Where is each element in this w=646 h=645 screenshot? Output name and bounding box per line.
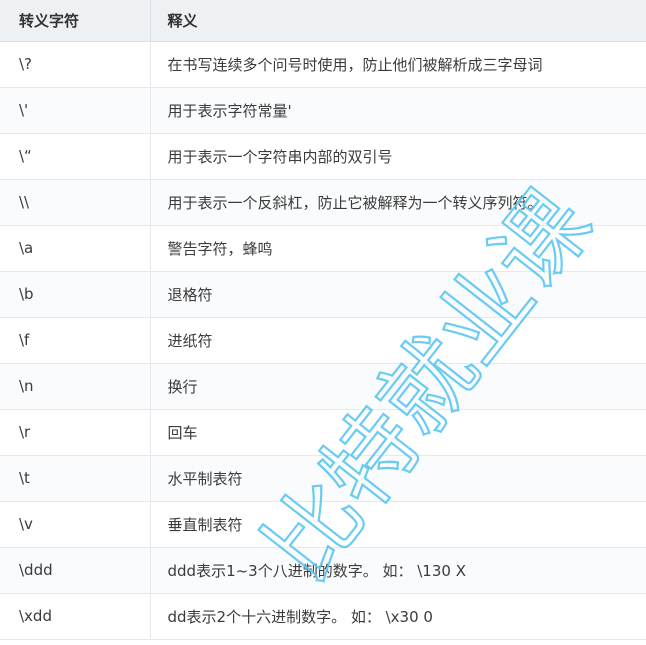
- meaning-cell: ddd表示1~3个八进制的数字。 如： \130 X: [149, 547, 646, 594]
- table-row: \ddd ddd表示1~3个八进制的数字。 如： \130 X: [0, 547, 646, 594]
- escape-sequence-cell: \“: [0, 133, 150, 180]
- escape-sequence-cell: \b: [0, 271, 150, 318]
- table-row: \r 回车: [0, 409, 646, 456]
- table-row: \b 退格符: [0, 271, 646, 318]
- table-row: \? 在书写连续多个问号时使用，防止他们被解析成三字母词: [0, 41, 646, 88]
- meaning-cell: 警告字符，蜂鸣: [149, 225, 646, 272]
- table-row: \n 换行: [0, 363, 646, 410]
- meaning-cell: 退格符: [149, 271, 646, 318]
- table-header-row: 转义字符 释义: [0, 0, 646, 42]
- meaning-cell: 水平制表符: [149, 455, 646, 502]
- escape-sequence-cell: \': [0, 87, 150, 134]
- table-row: \v 垂直制表符: [0, 501, 646, 548]
- escape-sequence-cell: \ddd: [0, 547, 150, 594]
- escape-sequence-cell: \?: [0, 41, 150, 88]
- escape-sequence-cell: \xdd: [0, 593, 150, 640]
- table-row: \“ 用于表示一个字符串内部的双引号: [0, 133, 646, 180]
- meaning-cell: 在书写连续多个问号时使用，防止他们被解析成三字母词: [149, 41, 646, 88]
- escape-sequence-cell: \f: [0, 317, 150, 364]
- meaning-cell: 用于表示一个字符串内部的双引号: [149, 133, 646, 180]
- table-row: \a 警告字符，蜂鸣: [0, 225, 646, 272]
- header-meaning: 释义: [149, 0, 646, 42]
- escape-sequence-cell: \n: [0, 363, 150, 410]
- table-row: \\ 用于表示一个反斜杠，防止它被解释为一个转义序列符。: [0, 179, 646, 226]
- meaning-cell: dd表示2个十六进制数字。 如： \x30 0: [149, 593, 646, 640]
- table-row: \xdd dd表示2个十六进制数字。 如： \x30 0: [0, 593, 646, 640]
- meaning-cell: 用于表示字符常量': [149, 87, 646, 134]
- escape-sequence-cell: \t: [0, 455, 150, 502]
- meaning-cell: 垂直制表符: [149, 501, 646, 548]
- escape-sequence-cell: \a: [0, 225, 150, 272]
- escape-sequence-cell: \r: [0, 409, 150, 456]
- escape-char-table: 转义字符 释义 \? 在书写连续多个问号时使用，防止他们被解析成三字母词 \' 用于表…: [0, 0, 646, 640]
- table-row: \f 进纸符: [0, 317, 646, 364]
- meaning-cell: 进纸符: [149, 317, 646, 364]
- meaning-cell: 用于表示一个反斜杠，防止它被解释为一个转义序列符。: [149, 179, 646, 226]
- meaning-cell: 换行: [149, 363, 646, 410]
- table-row: \' 用于表示字符常量': [0, 87, 646, 134]
- escape-sequence-cell: \\: [0, 179, 150, 226]
- header-escape-char: 转义字符: [0, 0, 150, 42]
- escape-sequence-cell: \v: [0, 501, 150, 548]
- table-row: \t 水平制表符: [0, 455, 646, 502]
- meaning-cell: 回车: [149, 409, 646, 456]
- table-body: \? 在书写连续多个问号时使用，防止他们被解析成三字母词 \' 用于表示字符常量' \“…: [0, 41, 646, 640]
